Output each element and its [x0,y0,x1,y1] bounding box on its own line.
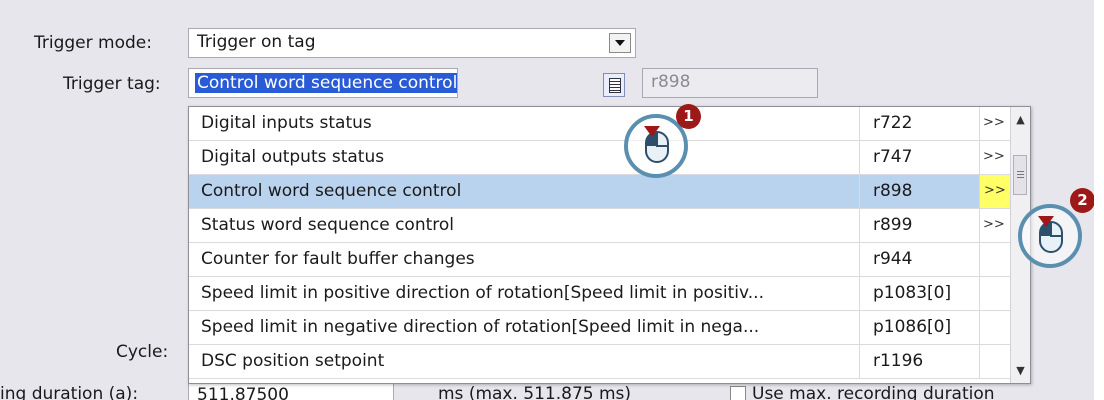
jump-to-parameter-button [983,353,1011,373]
list-item-name: Counter for fault buffer changes [201,249,475,269]
trigger-tag-value: Control word sequence control [195,73,458,93]
list-item-param: r898 [873,181,913,201]
column-divider [859,107,860,140]
jump-to-parameter-button[interactable]: >> [980,175,1012,208]
chevron-down-icon[interactable] [609,33,631,53]
jump-to-parameter-button [983,285,1011,305]
param-number-field: r898 [642,68,818,98]
use-max-label: Use max. recording duration [752,384,995,400]
list-item-param: p1086[0] [873,317,952,337]
list-item[interactable]: Counter for fault buffer changes r944 [189,243,1012,277]
column-divider [859,345,860,378]
column-divider [979,209,980,242]
jump-label: >> [983,217,1005,232]
list-item-name: Speed limit in positive direction of rot… [201,283,764,303]
list-item-param: r722 [873,113,913,133]
mouse-cursor-icon [1018,204,1082,268]
column-divider [979,141,980,174]
trigger-mode-label: Trigger mode: [34,33,152,53]
column-divider [859,243,860,276]
duration-unit: ms (max. 511.875 ms) [438,384,632,400]
cycle-label: Cycle: [116,342,169,362]
duration-input[interactable]: 511.87500 [188,382,394,400]
trigger-tag-dropdown-list: Digital inputs status r722 >> Digital outpu… [188,106,1031,384]
list-item-param: r1196 [873,351,924,371]
list-item-param: p1083[0] [873,283,952,303]
list-item[interactable]: Digital outputs status r747 >> [189,141,1012,175]
list-item-param: r944 [873,249,913,269]
callout-badge-2: 2 [1070,188,1094,213]
param-number-value: r898 [651,72,691,92]
column-divider [859,311,860,344]
list-item[interactable]: DSC position setpoint r1196 [189,345,1012,379]
column-divider [859,277,860,310]
list-item-name: Digital outputs status [201,147,385,167]
jump-to-parameter-button[interactable]: >> [983,115,1011,135]
list-item[interactable]: Speed limit in negative direction of rot… [189,311,1012,345]
trace-configuration-panel: Trigger mode: Trigger on tag Trigger tag… [0,0,1094,400]
tag-list-icon[interactable] [603,73,625,97]
list-item-name: Digital inputs status [201,113,372,133]
list-item-param: r747 [873,147,913,167]
duration-label: ing duration (a): [0,384,139,400]
column-divider [979,107,980,140]
column-divider [979,277,980,310]
list-item[interactable]: Control word sequence control r898 >> [189,175,1012,209]
column-divider [859,209,860,242]
column-divider [979,243,980,276]
trigger-tag-input[interactable]: Control word sequence control [188,68,458,98]
use-max-checkbox[interactable] [730,386,746,400]
list-item-param: r899 [873,215,913,235]
jump-to-parameter-button[interactable]: >> [983,149,1011,169]
jump-label: >> [984,183,1006,198]
scroll-down-icon[interactable]: ▼ [1014,364,1027,377]
column-divider [979,311,980,344]
jump-label: >> [983,115,1005,130]
list-item-name: Speed limit in negative direction of rot… [201,317,760,337]
column-divider [859,141,860,174]
jump-to-parameter-button [983,319,1011,339]
list-item[interactable]: Speed limit in positive direction of rot… [189,277,1012,311]
list-item-name: DSC position setpoint [201,351,385,371]
jump-label: >> [983,149,1005,164]
column-divider [979,345,980,378]
jump-to-parameter-button [983,251,1011,271]
jump-to-parameter-button[interactable]: >> [983,217,1011,237]
column-divider [859,175,860,208]
callout-badge-1: 1 [676,104,701,129]
list-item[interactable]: Status word sequence control r899 >> [189,209,1012,243]
list-item-name: Status word sequence control [201,215,455,235]
scroll-thumb[interactable] [1013,155,1027,195]
trigger-tag-label: Trigger tag: [63,74,161,94]
list-item-name: Control word sequence control [201,181,462,201]
scroll-up-icon[interactable]: ▲ [1014,113,1027,126]
duration-value: 511.87500 [197,385,289,400]
trigger-mode-select[interactable]: Trigger on tag [188,28,636,58]
list-item[interactable]: Digital inputs status r722 >> [189,107,1012,141]
trigger-mode-value: Trigger on tag [197,32,316,52]
